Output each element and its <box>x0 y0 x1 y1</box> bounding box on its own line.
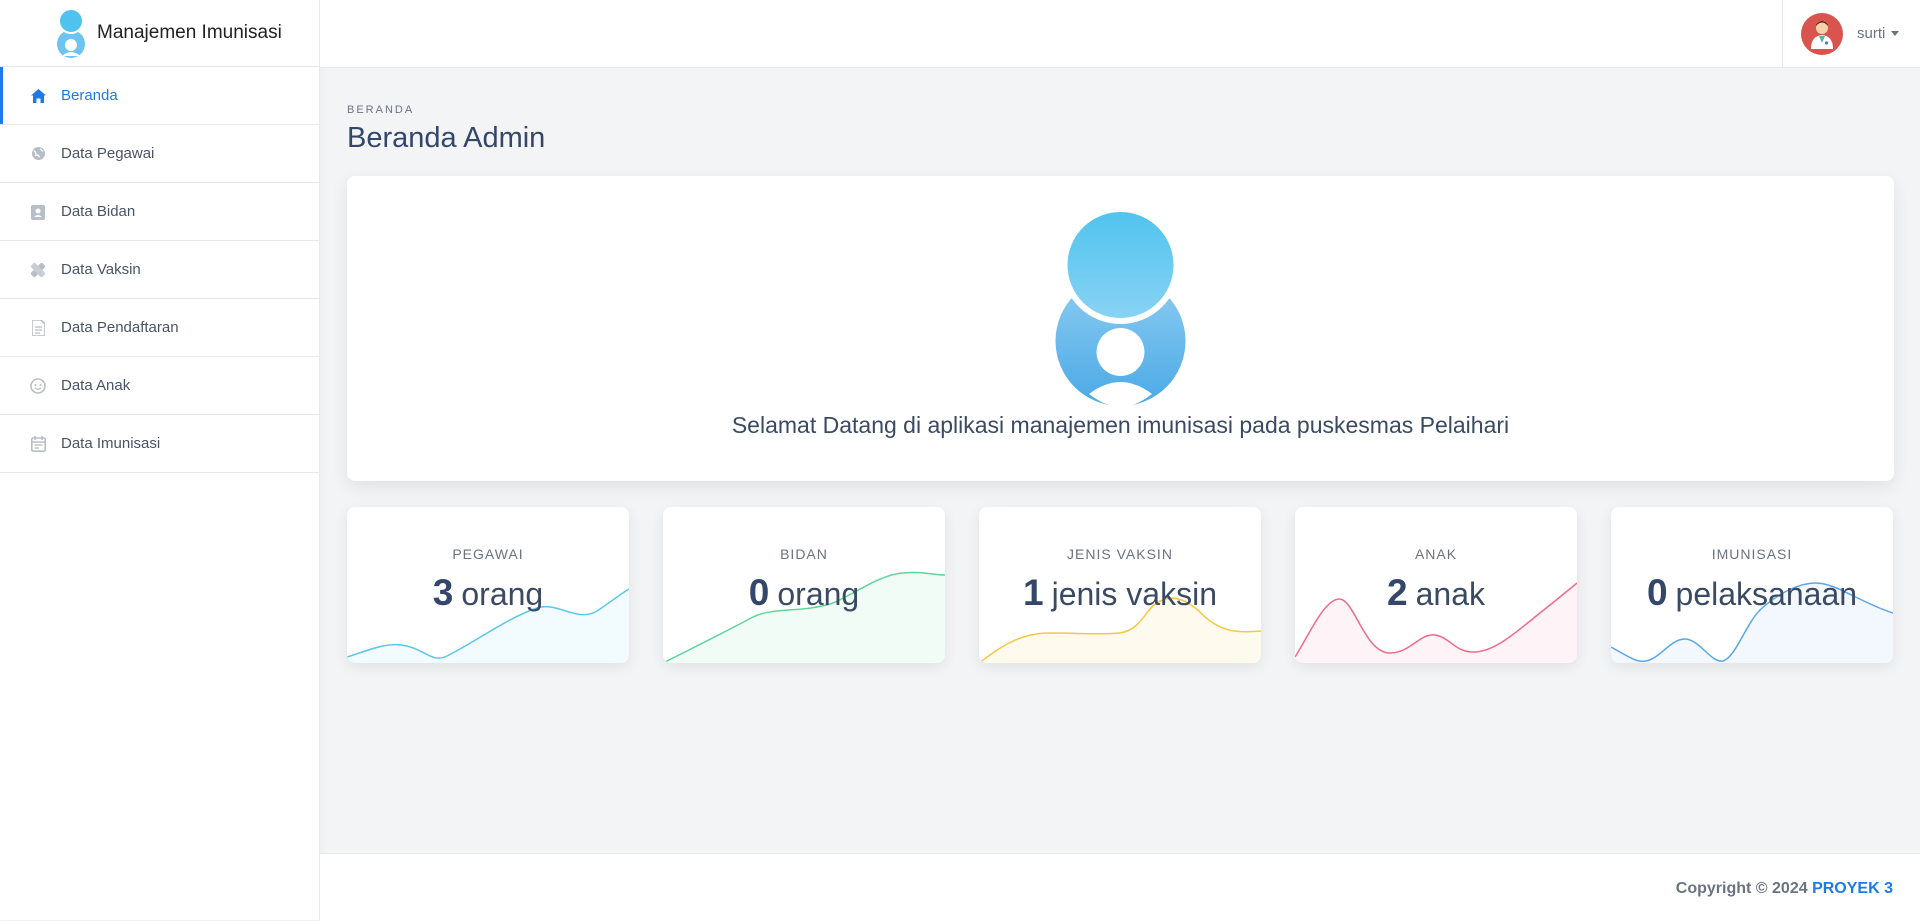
stat-card-anak[interactable]: ANAK 2 anak <box>1295 507 1577 663</box>
stat-label: PEGAWAI <box>452 546 524 562</box>
home-icon <box>30 88 46 104</box>
sidebar-item-label: Data Pegawai <box>61 145 155 162</box>
stat-number: 3 <box>432 572 454 613</box>
welcome-card: Selamat Datang di aplikasi manajemen imu… <box>347 176 1894 481</box>
user-menu[interactable]: surti <box>1782 0 1920 67</box>
copyright: Copyright © 2024 PROYEK 3 <box>1676 880 1893 898</box>
avatar <box>1801 12 1843 55</box>
stats-row: PEGAWAI 3 orang BIDAN 0 orang JENIS VAKSIN… <box>347 507 1894 663</box>
sidebar-nav: Beranda Data Pegawai Data Bidan Data Vak… <box>0 67 319 473</box>
app-logo-icon <box>57 8 85 58</box>
stat-card-jenis-vaksin[interactable]: JENIS VAKSIN 1 jenis vaksin <box>979 507 1261 663</box>
sidebar-item-label: Data Bidan <box>61 203 136 220</box>
sidebar-item-data-anak[interactable]: Data Anak <box>0 357 319 415</box>
id-badge-icon <box>30 204 46 220</box>
stat-number: 0 <box>748 572 770 613</box>
stat-value: 3 orang <box>347 572 629 614</box>
sidebar: Manajemen Imunisasi Beranda Data Pegawai… <box>0 0 320 920</box>
stat-unit: orang <box>777 576 860 612</box>
calendar-icon <box>30 435 46 452</box>
main-content: BERANDA Beranda Admin Selamat Datang di … <box>347 67 1894 663</box>
stat-value: 1 jenis vaksin <box>979 572 1261 614</box>
sidebar-item-data-imunisasi[interactable]: Data Imunisasi <box>0 415 319 473</box>
sidebar-item-label: Data Vaksin <box>61 261 141 278</box>
stat-label: JENIS VAKSIN <box>1067 546 1173 562</box>
stat-unit: anak <box>1415 576 1485 612</box>
chevron-down-icon <box>1891 31 1900 36</box>
sidebar-item-label: Data Anak <box>61 377 131 394</box>
sidebar-item-label: Data Pendaftaran <box>61 319 179 336</box>
stat-number: 2 <box>1387 572 1408 613</box>
footer: Copyright © 2024 PROYEK 3 <box>320 853 1920 921</box>
globe-icon <box>30 146 46 162</box>
sidebar-item-data-vaksin[interactable]: Data Vaksin <box>0 241 319 299</box>
stat-unit: jenis vaksin <box>1051 576 1217 612</box>
stat-value: 0 orang <box>663 572 945 614</box>
stat-value: 2 anak <box>1295 572 1577 614</box>
doctor-avatar-icon <box>1811 20 1833 49</box>
stat-label: IMUNISASI <box>1711 546 1793 562</box>
sidebar-item-beranda[interactable]: Beranda <box>0 67 319 125</box>
stat-number: 0 <box>1646 572 1668 613</box>
stat-label: ANAK <box>1414 546 1458 562</box>
document-icon <box>30 319 46 336</box>
app-title: Manajemen Imunisasi <box>97 22 282 43</box>
sidebar-item-label: Data Imunisasi <box>61 435 161 452</box>
stat-card-imunisasi[interactable]: IMUNISASI 0 pelaksanaan <box>1611 507 1893 663</box>
breadcrumb: BERANDA <box>347 104 415 116</box>
project-link[interactable]: PROYEK 3 <box>1812 880 1893 897</box>
stat-label: BIDAN <box>780 546 828 562</box>
stat-card-pegawai[interactable]: PEGAWAI 3 orang <box>347 507 629 663</box>
welcome-message: Selamat Datang di aplikasi manajemen imu… <box>731 412 1510 438</box>
sidebar-item-data-bidan[interactable]: Data Bidan <box>0 183 319 241</box>
mother-child-logo-icon <box>1055 212 1186 407</box>
brand[interactable]: Manajemen Imunisasi <box>0 0 319 67</box>
topbar: surti <box>320 0 1920 68</box>
stat-unit: orang <box>461 576 544 612</box>
stat-card-bidan[interactable]: BIDAN 0 orang <box>663 507 945 663</box>
stat-value: 0 pelaksanaan <box>1611 572 1893 614</box>
baby-face-icon <box>30 377 46 394</box>
sidebar-item-data-pendaftaran[interactable]: Data Pendaftaran <box>0 299 319 357</box>
username: surti <box>1857 25 1886 42</box>
bandage-icon <box>30 262 46 278</box>
page-title: Beranda Admin <box>347 122 546 154</box>
stat-number: 1 <box>1023 572 1044 613</box>
sidebar-item-label: Beranda <box>61 87 118 104</box>
sidebar-item-data-pegawai[interactable]: Data Pegawai <box>0 125 319 183</box>
copyright-text: Copyright © 2024 <box>1675 880 1808 897</box>
stat-unit: pelaksanaan <box>1675 576 1858 612</box>
